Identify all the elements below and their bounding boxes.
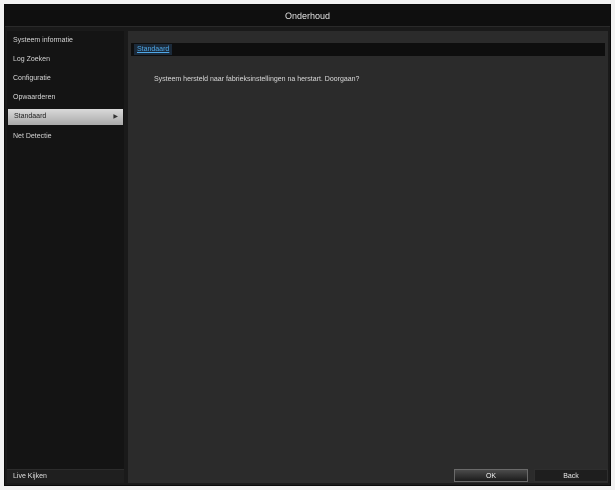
content-panel: Standaard Systeem hersteld naar fabrieks…	[128, 31, 608, 483]
sidebar: Systeem informatie Log Zoeken Configurat…	[7, 31, 124, 483]
sidebar-item-system-info[interactable]: Systeem informatie	[7, 31, 124, 50]
sidebar-item-label: Systeem informatie	[13, 37, 73, 44]
back-button[interactable]: Back	[534, 469, 608, 482]
sidebar-item-label: Log Zoeken	[13, 56, 50, 63]
live-view-button[interactable]: Live Kijken	[7, 469, 124, 483]
maintenance-window: Onderhoud Systeem informatie Log Zoeken …	[4, 4, 611, 486]
sidebar-item-default[interactable]: Standaard ▶	[8, 109, 123, 125]
tab-default[interactable]: Standaard	[134, 44, 173, 55]
sidebar-item-net-detection[interactable]: Net Detectie	[7, 127, 124, 146]
sidebar-item-label: Standaard	[14, 113, 47, 120]
chevron-right-icon: ▶	[113, 114, 118, 120]
tab-bar: Standaard	[131, 43, 605, 56]
sidebar-item-configuration[interactable]: Configuratie	[7, 69, 124, 88]
sidebar-item-log-search[interactable]: Log Zoeken	[7, 50, 124, 69]
sidebar-item-label: Net Detectie	[13, 133, 52, 140]
confirmation-message: Systeem hersteld naar fabrieksinstelling…	[154, 76, 360, 83]
window-title: Onderhoud	[5, 5, 610, 27]
ok-button[interactable]: OK	[454, 469, 528, 482]
sidebar-item-upgrade[interactable]: Opwaarderen	[7, 88, 124, 107]
sidebar-item-label: Configuratie	[13, 75, 51, 82]
sidebar-item-label: Opwaarderen	[13, 94, 56, 101]
